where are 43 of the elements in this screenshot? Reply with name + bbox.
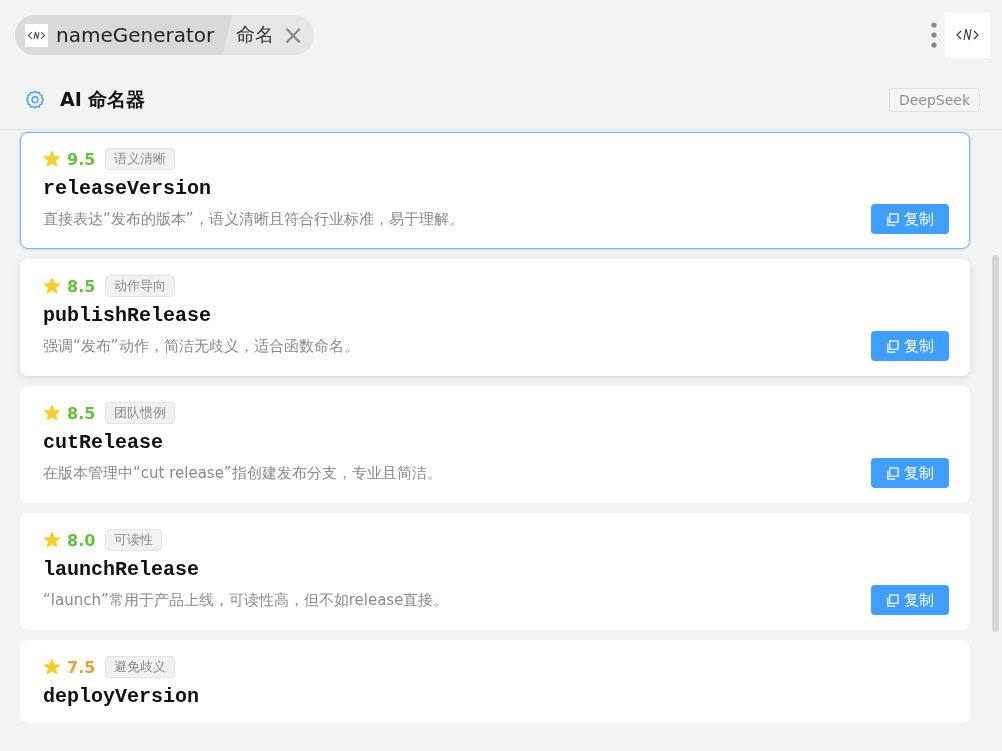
result-card[interactable]: 8.5 团队惯例 cutRelease 在版本管理中“cut release”指创建发布分支，专业且简洁。 复制: [20, 386, 970, 503]
app-name: nameGenerator: [56, 23, 215, 47]
tag: 避免歧义: [105, 656, 176, 678]
tag: 语义清晰: [105, 148, 176, 170]
name-suggestion: releaseVersion: [43, 177, 213, 200]
star-icon: [43, 531, 61, 549]
score: 8.5: [67, 276, 96, 296]
logo-icon: [25, 23, 48, 47]
description: “launch”常用于产品上线，可读性高，但不如release直接。: [43, 590, 449, 610]
copy-icon: [886, 466, 899, 480]
star-icon: [43, 150, 61, 168]
name-suggestion: deployVersion: [43, 685, 201, 708]
description: 直接表达“发布的版本”，语义清晰且符合行业标准，易于理解。: [43, 209, 464, 229]
copy-icon: [886, 212, 899, 226]
star-icon: [43, 658, 61, 676]
tag: 团队惯例: [105, 402, 176, 424]
score: 8.0: [67, 530, 96, 550]
copy-icon: [886, 593, 899, 607]
copy-icon: [886, 339, 899, 353]
app-tab[interactable]: nameGenerator: [15, 15, 233, 55]
result-card[interactable]: 8.5 动作导向 publishRelease 强调“发布”动作，简洁无歧义，适合函数命名。 复制: [20, 259, 970, 376]
page-tab[interactable]: 命名: [236, 22, 275, 48]
more-icon[interactable]: [931, 22, 937, 48]
tag: 可读性: [105, 529, 163, 551]
description: 在版本管理中“cut release”指创建发布分支，专业且简洁。: [43, 463, 442, 483]
star-icon: [43, 277, 61, 295]
name-suggestion: launchRelease: [43, 558, 201, 581]
page-title: AI 命名器: [60, 86, 147, 112]
score: 9.5: [67, 149, 96, 169]
star-icon: [43, 404, 61, 422]
score: 8.5: [67, 403, 96, 423]
result-card[interactable]: 9.5 语义清晰 releaseVersion 直接表达“发布的版本”，语义清晰且符合行业标准，易于理解。 复制: [20, 132, 970, 249]
description: 强调“发布”动作，简洁无歧义，适合函数命名。: [43, 336, 359, 356]
name-suggestion: cutRelease: [43, 431, 165, 454]
result-card[interactable]: 8.0 可读性 launchRelease “launch”常用于产品上线，可读性高，但不如release直接。 复制: [20, 513, 970, 630]
name-suggestion: publishRelease: [43, 304, 213, 327]
result-card[interactable]: 7.5 避免歧义 deployVersion: [20, 640, 970, 723]
settings-icon[interactable]: [24, 88, 46, 111]
scrollbar[interactable]: [992, 255, 999, 632]
logo-icon[interactable]: [945, 12, 990, 58]
score: 7.5: [67, 657, 96, 677]
model-tag: DeepSeek: [888, 87, 980, 112]
tag: 动作导向: [105, 275, 176, 297]
